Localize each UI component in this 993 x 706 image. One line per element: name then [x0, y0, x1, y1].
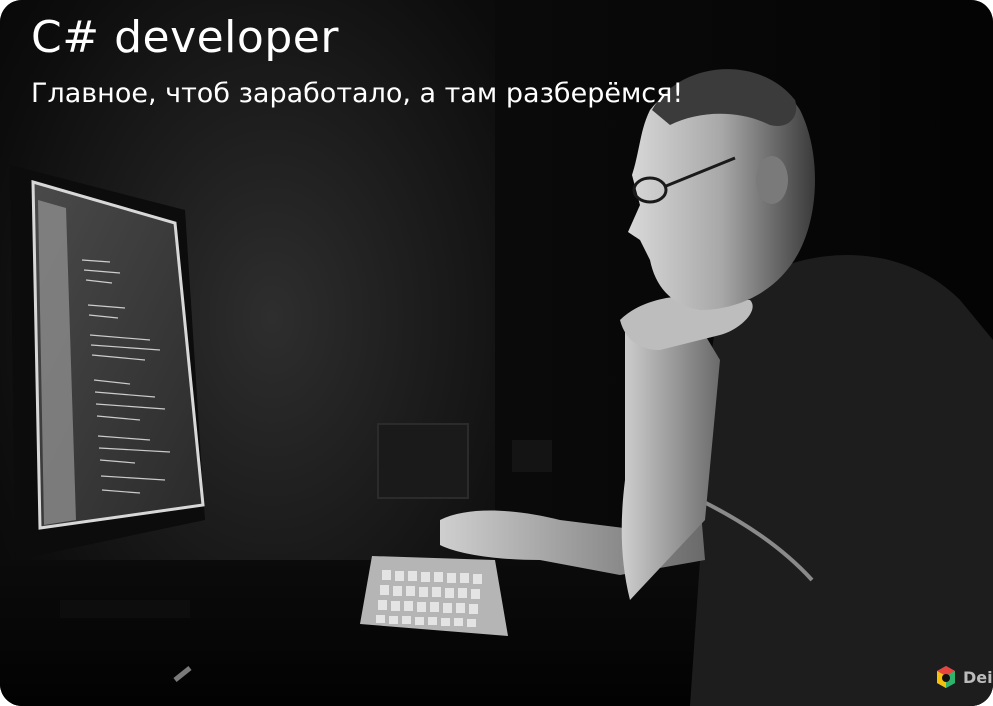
meme-subtitle: Главное, чтоб заработало, а там разберём… — [31, 78, 684, 109]
meme-card: C# developer Главное, чтоб заработало, а… — [0, 0, 993, 706]
cable — [173, 666, 192, 682]
watermark-text: Dei — [963, 667, 993, 687]
brand-logo-icon — [937, 666, 955, 688]
main-monitor — [10, 165, 205, 618]
second-monitor — [377, 423, 552, 499]
keyboard — [360, 556, 508, 636]
watermark: Dei — [933, 664, 993, 690]
person — [440, 69, 993, 706]
meme-title: C# developer — [31, 12, 339, 63]
